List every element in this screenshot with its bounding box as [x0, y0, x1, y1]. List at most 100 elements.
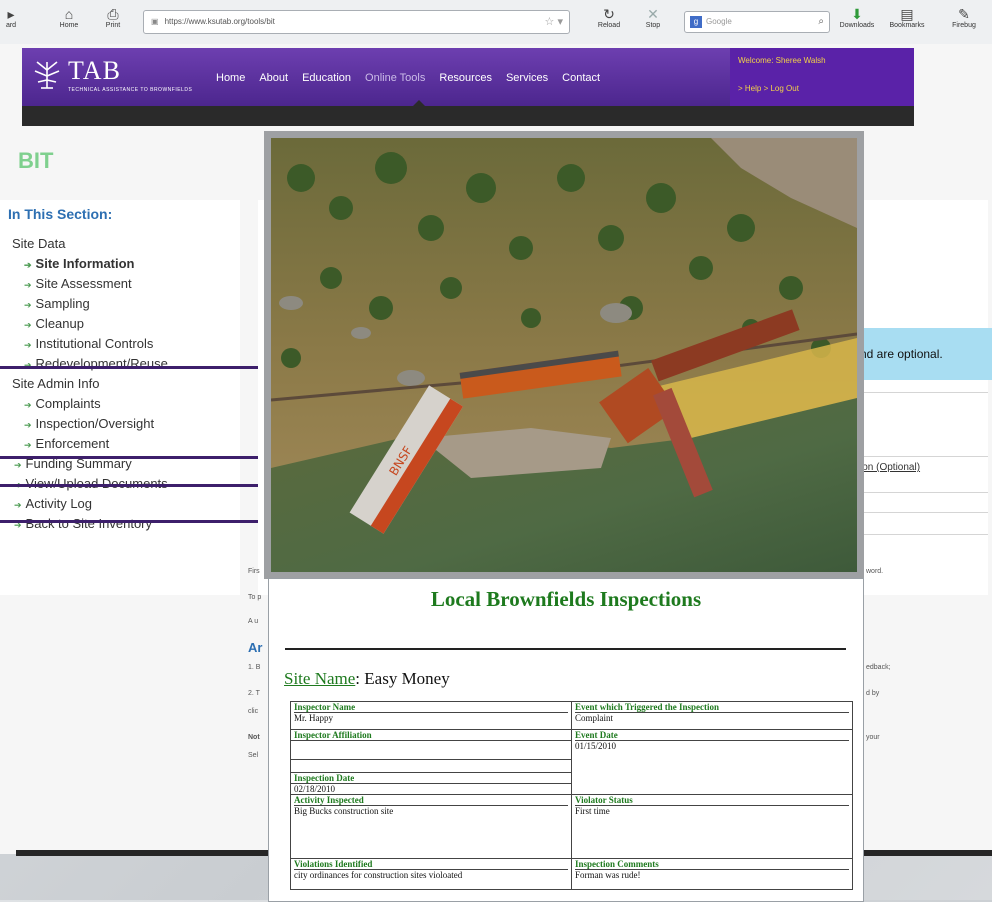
comments-cell: Inspection Comments Forman was rude!	[571, 858, 853, 890]
reload-icon: ↻	[603, 6, 615, 22]
field-value: city ordinances for construction sites v…	[294, 870, 463, 880]
site-name-label: Site Name	[284, 669, 356, 688]
arrow-bullet-icon: ➔	[14, 460, 22, 470]
field-label: Event which Triggered the Inspection	[575, 702, 849, 713]
field-label: Activity Inspected	[294, 795, 568, 806]
sidebar-item-label: Institutional Controls	[35, 336, 154, 351]
sidebar-item-cleanup[interactable]: ➔ Cleanup	[24, 316, 84, 331]
field-value: Big Bucks construction site	[294, 806, 394, 816]
body-text-fragment: your	[866, 734, 880, 741]
body-text-fragment: clic	[248, 708, 259, 715]
field-label: Inspector Affiliation	[291, 730, 571, 741]
sidebar-item-institutional-controls[interactable]: ➔ Institutional Controls	[24, 336, 153, 351]
stop-icon: ✕	[647, 6, 659, 22]
nav-contact[interactable]: Contact	[562, 72, 600, 84]
body-text-fragment: 1. B	[248, 664, 261, 671]
event-date-cell: Event Date 01/15/2010	[571, 729, 853, 795]
info-note: nd are optional.	[846, 328, 992, 380]
sidebar-item-site-assessment[interactable]: ➔ Site Assessment	[24, 276, 132, 291]
google-icon: g	[690, 16, 702, 28]
optional-section-link[interactable]: ion (Optional)	[860, 462, 920, 473]
nav-about[interactable]: About	[259, 72, 288, 84]
logo-subtitle: TECHNICAL ASSISTANCE TO BROWNFIELDS	[68, 87, 193, 93]
sidebar-item-site-information[interactable]: ➔ Site Information	[24, 256, 135, 271]
downloads-button[interactable]: ⬇ Downloads	[834, 6, 880, 29]
report-title: Local Brownfields Inspections	[430, 587, 702, 611]
back-arrow-icon: ▸	[7, 6, 15, 22]
field-value: 01/15/2010	[575, 741, 617, 751]
field-label: Violator Status	[575, 795, 849, 806]
arrow-bullet-icon: ➔	[24, 300, 32, 310]
site-name-value: : Easy Money	[355, 669, 450, 688]
violator-status-cell: Violator Status First time	[571, 794, 853, 859]
body-text-fragment: d by	[866, 690, 880, 697]
search-input[interactable]: g Google ⌕	[684, 11, 830, 33]
sidebar-item-label: Site Data	[12, 236, 66, 251]
firebug-button[interactable]: ✎ Firebug	[944, 6, 984, 29]
nav-online-tools[interactable]: Online Tools	[365, 72, 425, 84]
site-name-line: Site Name: Easy Money	[284, 669, 450, 689]
report-rule	[285, 648, 846, 650]
body-text-fragment: Sel	[248, 752, 259, 759]
body-text-fragment: word.	[866, 568, 884, 575]
field-value: 02/18/2010	[294, 784, 336, 794]
browser-toolbar: ▸ ard ⌂ Home ⎙ Print ▣ https://www.ksutab.or…	[0, 0, 992, 45]
derailment-illustration: BNSF	[271, 138, 857, 572]
bookmarks-button[interactable]: ▤ Bookmarks	[884, 6, 930, 29]
field-label: Inspection Comments	[575, 859, 849, 870]
body-text-fragment: edback;	[866, 664, 891, 671]
welcome-text: Welcome: Sheree Walsh	[738, 56, 826, 65]
firebug-icon: ✎	[958, 6, 970, 22]
home-icon: ⌂	[64, 6, 74, 22]
body-text-fragment: 2. T	[248, 690, 260, 697]
divider	[858, 534, 988, 535]
stop-button[interactable]: ✕ Stop	[640, 6, 666, 29]
arrow-bullet-icon: ➔	[24, 320, 32, 330]
section-heading-fragment: Ar	[248, 640, 263, 655]
violations-cell: Violations Identified city ordinances for…	[290, 858, 572, 890]
help-logout-links[interactable]: > Help > Log Out	[738, 84, 799, 93]
search-icon[interactable]: ⌕	[818, 12, 824, 32]
nav-education[interactable]: Education	[302, 72, 351, 84]
sidebar-item-label: Sampling	[35, 296, 90, 311]
body-text-fragment: Firs	[248, 568, 260, 575]
body-text-fragment: A u	[248, 618, 259, 625]
nav-services[interactable]: Services	[506, 72, 548, 84]
welcome-panel: Welcome: Sheree Walsh > Help > Log Out	[730, 48, 914, 106]
sidebar-title: In This Section:	[8, 206, 113, 222]
sidebar-item-site-data[interactable]: Site Data	[12, 236, 65, 251]
train-derailment-photo: BNSF	[264, 131, 864, 579]
affiliation-date-cell: Inspector Affiliation Inspection Date 02…	[290, 729, 572, 795]
sidebar-item-label: Cleanup	[35, 316, 84, 331]
reload-button[interactable]: ↻ Reload	[594, 6, 624, 29]
field-value: Mr. Happy	[294, 713, 333, 723]
sidebar-item-sampling[interactable]: ➔ Sampling	[24, 296, 90, 311]
divider	[858, 512, 988, 513]
logo-wordmark: TAB	[68, 56, 121, 85]
nav-home[interactable]: Home	[216, 72, 245, 84]
home-button[interactable]: ⌂ Home	[56, 6, 82, 29]
sidebar-item-label: Site Assessment	[35, 276, 132, 291]
printer-icon: ⎙	[107, 6, 119, 22]
arrow-bullet-icon: ➔	[24, 340, 32, 350]
admin-info-highlight-box	[0, 366, 267, 459]
arrow-bullet-icon: ➔	[24, 260, 32, 270]
url-text: https://www.ksutab.org/tools/bit	[164, 17, 275, 26]
back-button[interactable]: ▸ ard	[0, 6, 22, 29]
site-header: TAB TECHNICAL ASSISTANCE TO BROWNFIELDS …	[22, 48, 914, 106]
download-arrow-icon: ⬇	[851, 6, 863, 22]
inspection-report: Local Brownfields Inspections Site Name:…	[268, 578, 864, 902]
tree-logo-icon	[34, 61, 60, 89]
field-value: Forman was rude!	[575, 870, 641, 880]
arrow-bullet-icon: ➔	[24, 280, 32, 290]
bookmark-star-icon[interactable]: ☆ ▾	[545, 11, 563, 33]
nav-resources[interactable]: Resources	[439, 72, 492, 84]
field-value: Complaint	[575, 713, 613, 723]
address-bar[interactable]: ▣ https://www.ksutab.org/tools/bit ☆ ▾	[143, 10, 570, 34]
field-value	[291, 741, 571, 760]
inspector-name-cell: Inspector Name Mr. Happy	[290, 701, 572, 730]
divider	[858, 456, 988, 457]
field-label: Inspector Name	[294, 702, 568, 713]
print-button[interactable]: ⎙ Print	[100, 6, 126, 29]
body-text-fragment: To p	[248, 594, 262, 601]
